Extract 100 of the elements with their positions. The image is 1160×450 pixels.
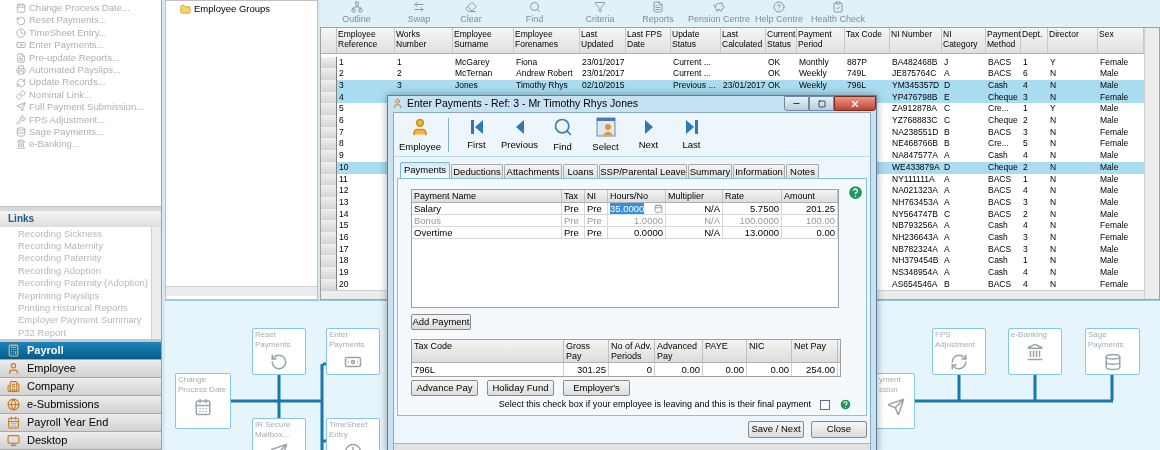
- table-cell-text: A: [943, 255, 951, 267]
- nav-button[interactable]: Company: [0, 378, 161, 396]
- table-cell-text: 10: [338, 161, 350, 174]
- table-cell-text: Andrew Robert: [515, 68, 574, 80]
- person-card-icon: [595, 116, 616, 137]
- row-header[interactable]: [321, 267, 337, 279]
- payment-row[interactable]: Overtime Pre Pre 0.0000 N/A 13.0000 0.00: [412, 226, 838, 239]
- minimize-button[interactable]: [784, 96, 809, 111]
- table-cell-text: Female: [1099, 56, 1130, 69]
- column-header[interactable]: Employee Surname: [453, 28, 514, 53]
- toolbar-button[interactable]: Last: [670, 115, 713, 156]
- tab[interactable]: Loans: [563, 163, 598, 178]
- toolbar-button[interactable]: Next: [627, 115, 670, 156]
- toolbar-button[interactable]: Select: [584, 115, 627, 156]
- table-cell-text: A: [943, 267, 951, 279]
- table-cell-text: Male: [1099, 173, 1120, 186]
- tab[interactable]: SSP/Parental Leave: [599, 163, 687, 178]
- scrollbar[interactable]: [166, 286, 317, 296]
- row-header[interactable]: [321, 185, 337, 197]
- column-header[interactable]: NI Number: [890, 28, 942, 53]
- grid-cell: 0.00: [655, 362, 703, 376]
- nav-button[interactable]: Payroll Year End: [0, 414, 161, 432]
- table-cell-text: 4: [1022, 80, 1029, 92]
- action-button[interactable]: Advance Pay: [411, 379, 478, 396]
- nav-button[interactable]: e-Submissions: [0, 396, 161, 414]
- column-header[interactable]: Update Status: [671, 28, 721, 53]
- toolbar-button[interactable]: Previous: [498, 115, 541, 156]
- row-header[interactable]: [321, 220, 337, 232]
- table-cell-text: 17: [338, 243, 350, 256]
- row-header[interactable]: [321, 68, 337, 80]
- column-header[interactable]: Hours/No: [608, 189, 666, 202]
- column-header[interactable]: NI: [585, 189, 608, 202]
- row-header[interactable]: [321, 255, 337, 267]
- calendar-icon[interactable]: [654, 203, 663, 213]
- table-cell-text: N: [1049, 161, 1058, 174]
- row-header[interactable]: [321, 138, 337, 151]
- nav-button[interactable]: Employee: [0, 360, 161, 378]
- column-header[interactable]: Last Calculated: [721, 28, 766, 53]
- column-header[interactable]: Employee Forenames: [514, 28, 580, 53]
- row-header[interactable]: [321, 150, 337, 162]
- tab[interactable]: Information: [733, 163, 785, 178]
- maximize-button[interactable]: [809, 96, 834, 111]
- footer-button[interactable]: Close: [811, 420, 867, 438]
- tab[interactable]: Deductions: [451, 163, 503, 178]
- tab[interactable]: Summary: [688, 163, 732, 178]
- row-header[interactable]: [321, 103, 337, 116]
- column-header[interactable]: Dept.: [1021, 28, 1048, 53]
- grid-cell: Pre: [585, 214, 608, 226]
- help-icon[interactable]: [847, 183, 864, 201]
- node-label: FPS Adjustment: [935, 330, 977, 350]
- piggy-bank-icon: [713, 0, 725, 13]
- column-header[interactable]: NI Category: [942, 28, 986, 53]
- toolbar-button[interactable]: Employee: [398, 115, 442, 156]
- table-cell-text: B: [943, 126, 951, 139]
- triangle-right-icon: [643, 118, 654, 135]
- scrollbar[interactable]: [1144, 28, 1159, 299]
- tree-item[interactable]: Employee Groups: [194, 1, 271, 17]
- close-button[interactable]: [834, 96, 876, 111]
- row-header[interactable]: [321, 56, 337, 69]
- column-header[interactable]: Tax Code: [845, 28, 890, 53]
- table-cell-text: 3: [338, 80, 345, 92]
- action-button[interactable]: Employer's: [563, 379, 630, 396]
- add-payment-button[interactable]: Add Payment: [411, 313, 471, 330]
- table-cell-text: N: [1049, 115, 1058, 127]
- table-row[interactable]: 3 3 Jones Timothy Rhys 02/10/2015 Previous ... 23/01/2017 OK Weekly 796L YM345357D D Cash 4 N Male: [321, 80, 1144, 92]
- final-payment-checkbox[interactable]: [820, 399, 830, 410]
- column-header[interactable]: Last FPS Date: [626, 28, 671, 53]
- footer-button[interactable]: Save / Next: [748, 420, 804, 438]
- row-header[interactable]: [321, 115, 337, 127]
- column-header[interactable]: Payment Period: [797, 28, 845, 53]
- node-label: Enter Payments: [329, 330, 366, 350]
- payment-row[interactable]: Salary Pre Pre 35.0000 N/A 5.7500 201.25: [412, 202, 838, 215]
- toolbar-button[interactable]: First: [455, 115, 498, 156]
- nav-button[interactable]: Desktop: [0, 432, 161, 450]
- action-button[interactable]: Holiday Fund: [487, 379, 554, 396]
- help-icon[interactable]: [839, 398, 852, 412]
- column-header[interactable]: Payment Name: [412, 189, 562, 202]
- database-icon: [16, 127, 26, 138]
- column-header[interactable]: Last Updated: [580, 28, 626, 53]
- tab[interactable]: Attachments: [504, 163, 562, 178]
- table-cell-text: NE468766B: [891, 138, 939, 151]
- tab[interactable]: Payments: [400, 161, 450, 178]
- table-cell-text: Current ...: [672, 56, 712, 69]
- column-header[interactable]: Director: [1048, 28, 1098, 53]
- column-header[interactable]: Rate: [723, 189, 782, 202]
- column-header[interactable]: Tax: [562, 189, 585, 202]
- row-header[interactable]: [321, 80, 337, 92]
- toolbar-button[interactable]: Find: [541, 115, 584, 156]
- table-cell-text: BACS: [987, 173, 1013, 186]
- column-header[interactable]: Multiplier: [666, 189, 723, 202]
- column-header[interactable]: Amount: [782, 189, 838, 202]
- column-header[interactable]: Current Status: [766, 28, 797, 53]
- nav-button[interactable]: Payroll: [0, 342, 161, 360]
- table-cell-text: Timothy Rhys: [515, 80, 569, 92]
- column-header[interactable]: Works Number: [395, 28, 453, 53]
- table-cell-text: NB793256A: [891, 220, 939, 232]
- tab[interactable]: Notes: [786, 163, 819, 178]
- column-header[interactable]: Payment Method: [986, 28, 1021, 53]
- scrollbar[interactable]: [151, 226, 161, 340]
- column-header[interactable]: Employee Reference: [337, 28, 395, 53]
